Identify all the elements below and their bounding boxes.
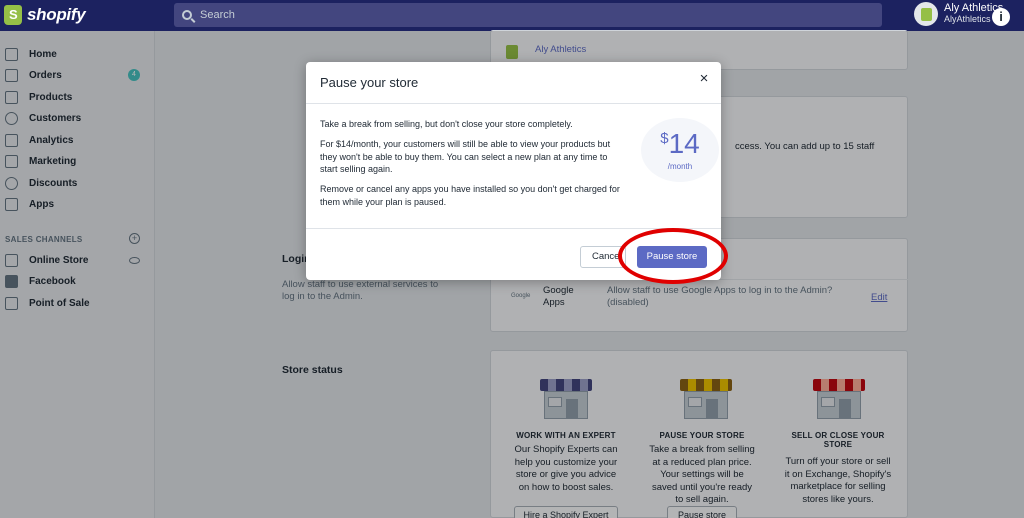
search-icon [182, 10, 192, 20]
modal-title: Pause your store [320, 75, 419, 90]
shopify-bag-icon [4, 5, 22, 25]
modal-apps-text: Remove or cancel any apps you have insta… [320, 184, 620, 207]
close-icon[interactable]: × [697, 71, 711, 86]
price-currency: $ [660, 130, 669, 147]
logo-text: shopify [27, 5, 86, 24]
cancel-button[interactable]: Cancel [580, 246, 626, 268]
pause-store-modal: Pause your store × Take a break from sel… [306, 62, 721, 280]
info-icon[interactable]: i [992, 8, 1010, 26]
avatar [914, 2, 938, 26]
modal-intro-text: Take a break from selling, but don't clo… [320, 119, 573, 129]
store-bag-icon [920, 7, 932, 21]
search-input[interactable]: Search [174, 3, 882, 27]
top-bar: shopify Search Aly Athletics AlyAthletic… [0, 0, 1024, 31]
price-badge: $14 /month [641, 118, 719, 182]
account-menu[interactable]: Aly Athletics AlyAthletics [914, 2, 1003, 26]
modal-footer: Cancel Pause store [306, 228, 721, 280]
shopify-logo[interactable]: shopify [4, 4, 86, 26]
modal-header: Pause your store × [306, 62, 721, 104]
price-period: /month [667, 162, 693, 171]
pause-store-button[interactable]: Pause store [637, 246, 707, 268]
search-placeholder: Search [200, 9, 235, 21]
price-amount: 14 [668, 128, 700, 159]
modal-pricing-text: For $14/month, your customers will still… [320, 139, 611, 174]
